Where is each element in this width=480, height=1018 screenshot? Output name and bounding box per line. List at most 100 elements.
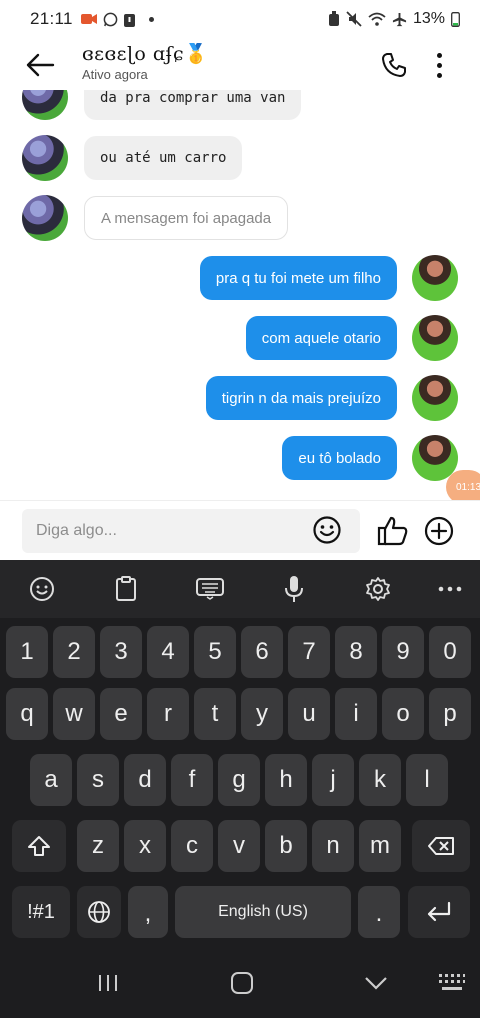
voice-call-button[interactable] bbox=[378, 50, 410, 80]
emoji-icon bbox=[30, 577, 54, 601]
keyboard-emoji-button[interactable] bbox=[26, 573, 58, 605]
key-l[interactable]: l bbox=[406, 754, 448, 806]
key-o[interactable]: o bbox=[382, 688, 424, 740]
clipboard-icon bbox=[116, 576, 136, 601]
backspace-key[interactable] bbox=[412, 820, 470, 872]
symbols-key[interactable]: !#1 bbox=[12, 886, 70, 938]
keyboard-more-button[interactable] bbox=[434, 573, 466, 605]
key-8[interactable]: 8 bbox=[335, 626, 377, 678]
key-n[interactable]: n bbox=[312, 820, 354, 872]
key-a[interactable]: a bbox=[30, 754, 72, 806]
key-u[interactable]: u bbox=[288, 688, 330, 740]
contact-name: ɞɛɞɛɭo ɑʄɕ🥇 bbox=[82, 43, 209, 65]
key-4[interactable]: 4 bbox=[147, 626, 189, 678]
key-f[interactable]: f bbox=[171, 754, 213, 806]
enter-key[interactable] bbox=[408, 886, 470, 938]
language-key[interactable] bbox=[77, 886, 121, 938]
key-v[interactable]: v bbox=[218, 820, 260, 872]
contact-avatar[interactable] bbox=[22, 195, 68, 241]
key-7[interactable]: 7 bbox=[288, 626, 330, 678]
keyboard: 1 2 3 4 5 6 7 8 9 0 q w e r t y u i o p … bbox=[0, 560, 480, 944]
key-9[interactable]: 9 bbox=[382, 626, 424, 678]
mute-icon bbox=[346, 11, 362, 27]
status-bar: 21:11 13% bbox=[0, 0, 480, 38]
key-x[interactable]: x bbox=[124, 820, 166, 872]
key-q[interactable]: q bbox=[6, 688, 48, 740]
incoming-message[interactable]: da pra comprar uma van bbox=[84, 90, 302, 120]
airplane-icon bbox=[392, 12, 407, 26]
key-6[interactable]: 6 bbox=[241, 626, 283, 678]
backspace-icon bbox=[428, 837, 454, 855]
add-attachment-button[interactable] bbox=[424, 516, 454, 546]
shift-icon bbox=[28, 836, 50, 856]
sticker-button[interactable] bbox=[312, 515, 342, 545]
key-g[interactable]: g bbox=[218, 754, 260, 806]
key-z[interactable]: z bbox=[77, 820, 119, 872]
chat-header: ɞɛɞɛɭo ɑʄɕ🥇 Ativo agora bbox=[0, 38, 480, 90]
keyboard-settings-button[interactable] bbox=[362, 573, 394, 605]
more-options-button[interactable] bbox=[426, 48, 452, 82]
key-d[interactable]: d bbox=[124, 754, 166, 806]
contact-avatar[interactable] bbox=[22, 135, 68, 181]
key-t[interactable]: t bbox=[194, 688, 236, 740]
more-notifications-dot bbox=[148, 16, 154, 22]
outgoing-message[interactable]: pra q tu foi mete um filho bbox=[199, 256, 397, 300]
hide-keyboard-button[interactable] bbox=[356, 968, 396, 998]
more-dot-icon bbox=[436, 62, 442, 68]
thumbs-up-icon bbox=[377, 516, 408, 546]
voice-input-button[interactable] bbox=[278, 573, 310, 605]
chevron-down-icon bbox=[365, 977, 387, 990]
notification-icons bbox=[80, 12, 154, 27]
key-y[interactable]: y bbox=[241, 688, 283, 740]
message-list[interactable]: da pra comprar uma van ou até um carro A… bbox=[0, 90, 480, 500]
key-3[interactable]: 3 bbox=[100, 626, 142, 678]
outgoing-message[interactable]: com aquele otario bbox=[245, 316, 397, 360]
back-button[interactable] bbox=[20, 48, 60, 82]
screen-record-timer-badge[interactable]: 01:13 bbox=[446, 470, 480, 500]
contact-info[interactable]: ɞɛɞɛɭo ɑʄɕ🥇 Ativo agora bbox=[82, 42, 208, 82]
outgoing-message[interactable]: tigrin n da mais prejuízo bbox=[205, 376, 397, 420]
key-s[interactable]: s bbox=[77, 754, 119, 806]
key-w[interactable]: w bbox=[53, 688, 95, 740]
space-key[interactable]: English (US) bbox=[175, 886, 351, 938]
key-c[interactable]: c bbox=[171, 820, 213, 872]
message-composer bbox=[0, 500, 480, 560]
key-k[interactable]: k bbox=[359, 754, 401, 806]
contact-status: Ativo agora bbox=[82, 67, 148, 82]
deleted-message[interactable]: A mensagem foi apagada bbox=[84, 196, 289, 240]
shift-key[interactable] bbox=[12, 820, 66, 872]
contact-avatar[interactable] bbox=[22, 90, 68, 120]
key-i[interactable]: i bbox=[335, 688, 377, 740]
key-0[interactable]: 0 bbox=[429, 626, 471, 678]
like-button[interactable] bbox=[376, 514, 410, 548]
more-dot-icon bbox=[436, 52, 442, 58]
period-key[interactable]: . bbox=[358, 886, 400, 938]
comma-key[interactable]: , bbox=[128, 886, 168, 938]
key-5[interactable]: 5 bbox=[194, 626, 236, 678]
key-j[interactable]: j bbox=[312, 754, 354, 806]
outgoing-message[interactable]: eu tô bolado bbox=[282, 436, 397, 480]
clipboard-button[interactable] bbox=[110, 573, 142, 605]
recent-apps-button[interactable] bbox=[88, 968, 128, 998]
keyboard-layout-button[interactable] bbox=[194, 573, 226, 605]
key-2[interactable]: 2 bbox=[53, 626, 95, 678]
lock-notification-icon bbox=[123, 13, 135, 27]
key-p[interactable]: p bbox=[429, 688, 471, 740]
keyboard-switch-button[interactable] bbox=[432, 968, 472, 998]
key-h[interactable]: h bbox=[265, 754, 307, 806]
key-e[interactable]: e bbox=[100, 688, 142, 740]
wifi-icon bbox=[368, 12, 386, 26]
status-time: 21:11 bbox=[30, 9, 73, 28]
message-input[interactable] bbox=[22, 509, 360, 553]
key-1[interactable]: 1 bbox=[6, 626, 48, 678]
recents-icon bbox=[99, 975, 117, 991]
enter-icon bbox=[427, 901, 451, 922]
incoming-message[interactable]: ou até um carro bbox=[84, 136, 243, 180]
home-button[interactable] bbox=[222, 968, 262, 998]
microphone-icon bbox=[285, 576, 303, 602]
key-m[interactable]: m bbox=[359, 820, 401, 872]
key-b[interactable]: b bbox=[265, 820, 307, 872]
arrow-left-icon bbox=[26, 53, 55, 77]
keyboard-icon bbox=[196, 578, 224, 600]
key-r[interactable]: r bbox=[147, 688, 189, 740]
